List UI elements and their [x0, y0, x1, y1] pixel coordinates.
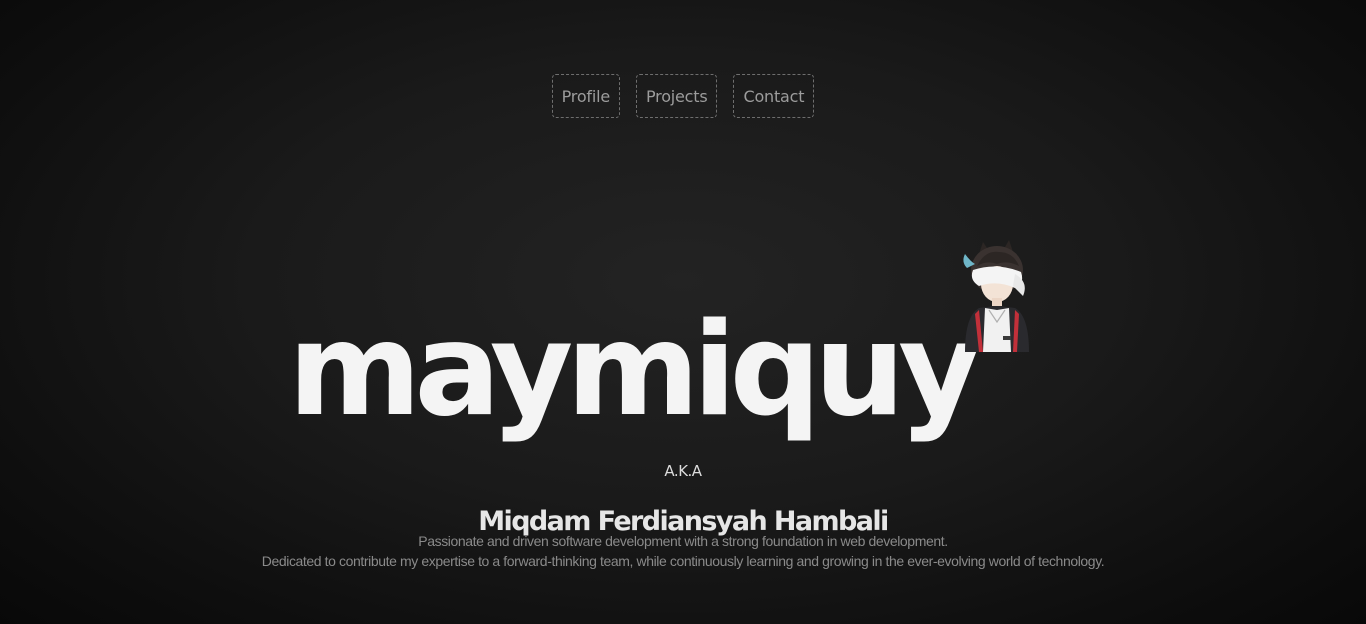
main-nav: Profile Projects Contact — [0, 74, 1366, 118]
hero-section: maymiquy — [0, 205, 1366, 445]
nav-contact-button[interactable]: Contact — [733, 74, 815, 118]
aka-label: A.K.A — [664, 462, 702, 480]
nav-projects-button[interactable]: Projects — [636, 74, 718, 118]
description-line-2: Dedicated to contribute my expertise to … — [261, 553, 1105, 569]
description-line-1: Passionate and driven software developme… — [418, 533, 948, 549]
nav-profile-button[interactable]: Profile — [551, 74, 620, 118]
hero-title: maymiquy — [288, 295, 982, 445]
anime-avatar-icon — [963, 240, 1029, 352]
